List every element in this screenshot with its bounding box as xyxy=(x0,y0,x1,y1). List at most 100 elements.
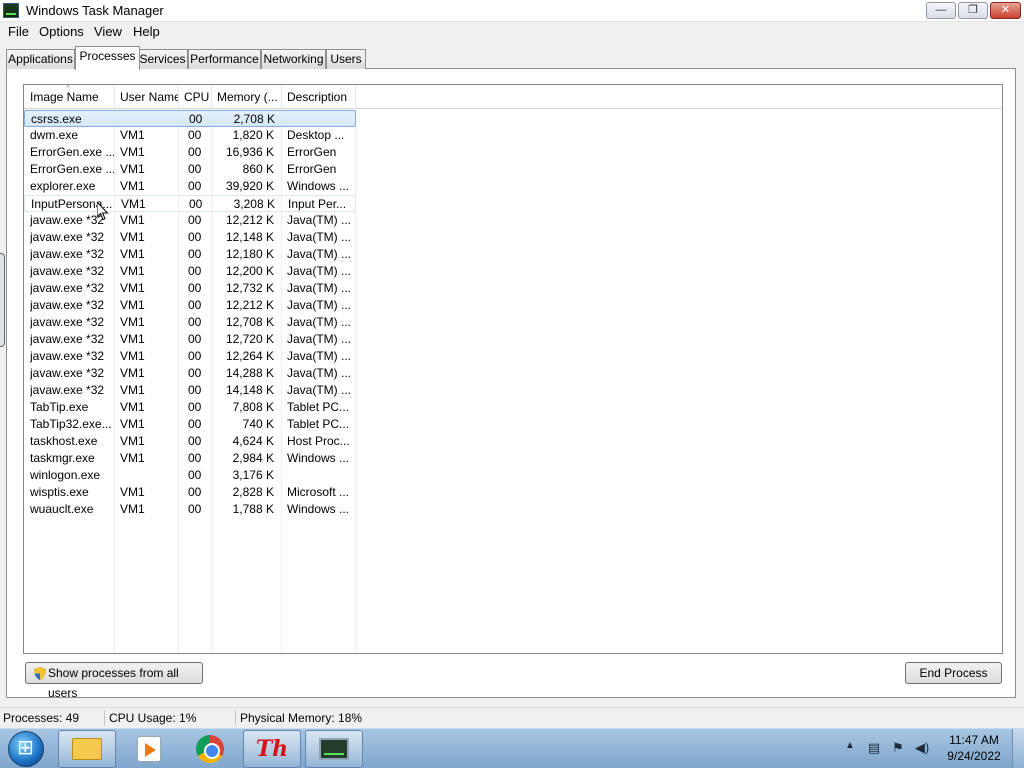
cell-description: Java(TM) ... xyxy=(287,264,352,278)
minimize-button[interactable]: — xyxy=(926,2,956,19)
table-row[interactable]: dwm.exe VM1 00 1,820 K Desktop ... xyxy=(24,127,356,144)
cell-cpu: 00 xyxy=(188,315,202,329)
menu-help[interactable]: Help xyxy=(133,24,160,39)
table-row[interactable]: javaw.exe *32 VM1 00 12,180 K Java(TM) ... xyxy=(24,246,356,263)
clock-date: 9/24/2022 xyxy=(947,749,1001,763)
table-row[interactable]: javaw.exe *32 VM1 00 12,212 K Java(TM) ... xyxy=(24,297,356,314)
cell-user-name: VM1 xyxy=(120,417,145,431)
close-button[interactable]: ✕ xyxy=(990,2,1021,19)
taskbar-media-player[interactable] xyxy=(120,730,178,768)
system-clock[interactable]: 11:47 AM 9/24/2022 xyxy=(944,733,1004,763)
cell-image-name: winlogon.exe xyxy=(30,468,101,482)
cell-cpu: 00 xyxy=(188,349,202,363)
tab-processes[interactable]: Processes xyxy=(75,46,140,70)
column-header-user-name[interactable]: User Name xyxy=(114,85,179,109)
maximize-button[interactable]: ❐ xyxy=(958,2,988,19)
cell-image-name: csrss.exe xyxy=(31,112,82,126)
action-center-icon[interactable]: ⚑ xyxy=(890,741,906,755)
table-row[interactable]: javaw.exe *32 VM1 00 12,200 K Java(TM) ... xyxy=(24,263,356,280)
table-row[interactable]: TabTip32.exe... VM1 00 740 K Tablet PC... xyxy=(24,416,356,433)
table-row[interactable]: ErrorGen.exe ... VM1 00 16,936 K ErrorGen xyxy=(24,144,356,161)
table-row[interactable]: winlogon.exe 00 3,176 K xyxy=(24,467,356,484)
column-header-description[interactable]: Description xyxy=(281,85,356,109)
table-row[interactable]: javaw.exe *32 VM1 00 14,148 K Java(TM) ... xyxy=(24,382,356,399)
table-row[interactable]: TabTip.exe VM1 00 7,808 K Tablet PC... xyxy=(24,399,356,416)
table-row[interactable]: javaw.exe *32 VM1 00 12,732 K Java(TM) ... xyxy=(24,280,356,297)
volume-icon[interactable]: ◀) xyxy=(914,741,930,755)
taskbar-chrome[interactable] xyxy=(181,730,239,768)
table-row[interactable]: javaw.exe *32 VM1 00 12,720 K Java(TM) ... xyxy=(24,331,356,348)
cell-memory: 2,708 K xyxy=(233,112,275,126)
cell-description: Windows ... xyxy=(287,451,350,465)
table-row[interactable]: javaw.exe *32 VM1 00 12,708 K Java(TM) ... xyxy=(24,314,356,331)
table-row[interactable]: javaw.exe *32 VM1 00 12,148 K Java(TM) ... xyxy=(24,229,356,246)
table-row[interactable]: javaw.exe *32 VM1 00 14,288 K Java(TM) ... xyxy=(24,365,356,382)
cell-description: Java(TM) ... xyxy=(287,332,352,346)
cell-cpu: 00 xyxy=(188,332,202,346)
cell-cpu: 00 xyxy=(188,468,202,482)
cell-image-name: TabTip.exe xyxy=(30,400,89,414)
cell-user-name: VM1 xyxy=(120,315,145,329)
cell-memory: 12,200 K xyxy=(225,264,274,278)
taskbar-th-app[interactable]: Th xyxy=(243,730,301,768)
menu-view[interactable]: View xyxy=(94,24,122,39)
start-button[interactable] xyxy=(8,731,44,767)
network-icon[interactable]: ▤ xyxy=(866,741,882,755)
cell-image-name: ErrorGen.exe ... xyxy=(30,162,114,176)
uac-shield-icon xyxy=(34,667,46,680)
table-row[interactable]: taskmgr.exe VM1 00 2,984 K Windows ... xyxy=(24,450,356,467)
table-row[interactable]: ErrorGen.exe ... VM1 00 860 K ErrorGen xyxy=(24,161,356,178)
table-row[interactable]: csrss.exe 00 2,708 K xyxy=(24,110,356,127)
cell-description: Desktop ... xyxy=(287,128,345,142)
cell-user-name: VM1 xyxy=(120,179,145,193)
tab-performance[interactable]: Performance xyxy=(188,49,261,69)
taskbar-file-explorer[interactable] xyxy=(58,730,116,768)
cell-description: ErrorGen xyxy=(287,162,337,176)
menu-file[interactable]: File xyxy=(8,24,29,39)
cell-user-name: VM1 xyxy=(120,434,145,448)
table-row[interactable]: explorer.exe VM1 00 39,920 K Windows ... xyxy=(24,178,356,195)
table-row[interactable]: javaw.exe *32 VM1 00 12,212 K Java(TM) ... xyxy=(24,212,356,229)
title-bar[interactable]: Windows Task Manager — ❐ ✕ xyxy=(0,0,1024,22)
window-title: Windows Task Manager xyxy=(26,3,164,18)
column-header-label: Image Name xyxy=(30,90,99,104)
table-row[interactable]: taskhost.exe VM1 00 4,624 K Host Proc... xyxy=(24,433,356,450)
table-row[interactable]: javaw.exe *32 VM1 00 12,264 K Java(TM) ... xyxy=(24,348,356,365)
cell-user-name xyxy=(120,467,178,484)
column-header-cpu[interactable]: CPU xyxy=(178,85,212,109)
table-row[interactable]: wisptis.exe VM1 00 2,828 K Microsoft ... xyxy=(24,484,356,501)
media-player-icon xyxy=(137,736,161,762)
menu-bar: File Options View Help xyxy=(0,22,1024,42)
cell-description: Java(TM) ... xyxy=(287,315,352,329)
cell-description: Tablet PC... xyxy=(287,400,350,414)
menu-options[interactable]: Options xyxy=(39,24,84,39)
show-desktop-button[interactable] xyxy=(1012,729,1024,768)
cell-description: Java(TM) ... xyxy=(287,281,352,295)
show-hidden-icons-arrow[interactable]: ▲ xyxy=(845,740,855,751)
tab-applications[interactable]: Applications xyxy=(6,49,75,69)
table-row[interactable]: wuauclt.exe VM1 00 1,788 K Windows ... xyxy=(24,501,356,518)
show-all-processes-button[interactable]: Show processes from all users xyxy=(25,662,203,700)
tab-networking[interactable]: Networking xyxy=(261,49,326,69)
tab-services[interactable]: Services xyxy=(137,49,188,69)
column-header-memory[interactable]: Memory (... xyxy=(211,85,282,109)
cell-image-name: javaw.exe *32 xyxy=(30,366,105,380)
cell-image-name: ErrorGen.exe ... xyxy=(30,145,114,159)
cell-cpu: 00 xyxy=(188,434,202,448)
cell-cpu: 00 xyxy=(188,383,202,397)
process-list[interactable]: ^ Image Name User Name CPU Memory (... D… xyxy=(23,84,1003,654)
end-process-button[interactable]: End Process xyxy=(905,662,1002,684)
cell-description: Java(TM) ... xyxy=(287,383,352,397)
cell-memory: 12,732 K xyxy=(225,281,274,295)
cell-memory: 39,920 K xyxy=(225,179,274,193)
taskbar-task-manager[interactable] xyxy=(305,730,363,768)
cell-memory: 2,984 K xyxy=(232,451,274,465)
table-row[interactable]: InputPersona... VM1 00 3,208 K Input Per... xyxy=(24,195,356,212)
cell-user-name: VM1 xyxy=(120,264,145,278)
status-bar: Processes: 49 CPU Usage: 1% Physical Mem… xyxy=(0,707,1024,728)
tab-users[interactable]: Users xyxy=(326,49,366,69)
column-header-image-name[interactable]: ^ Image Name xyxy=(24,85,115,109)
cell-memory: 14,148 K xyxy=(225,383,274,397)
cell-memory: 1,788 K xyxy=(232,502,274,516)
cell-cpu: 00 xyxy=(188,298,202,312)
